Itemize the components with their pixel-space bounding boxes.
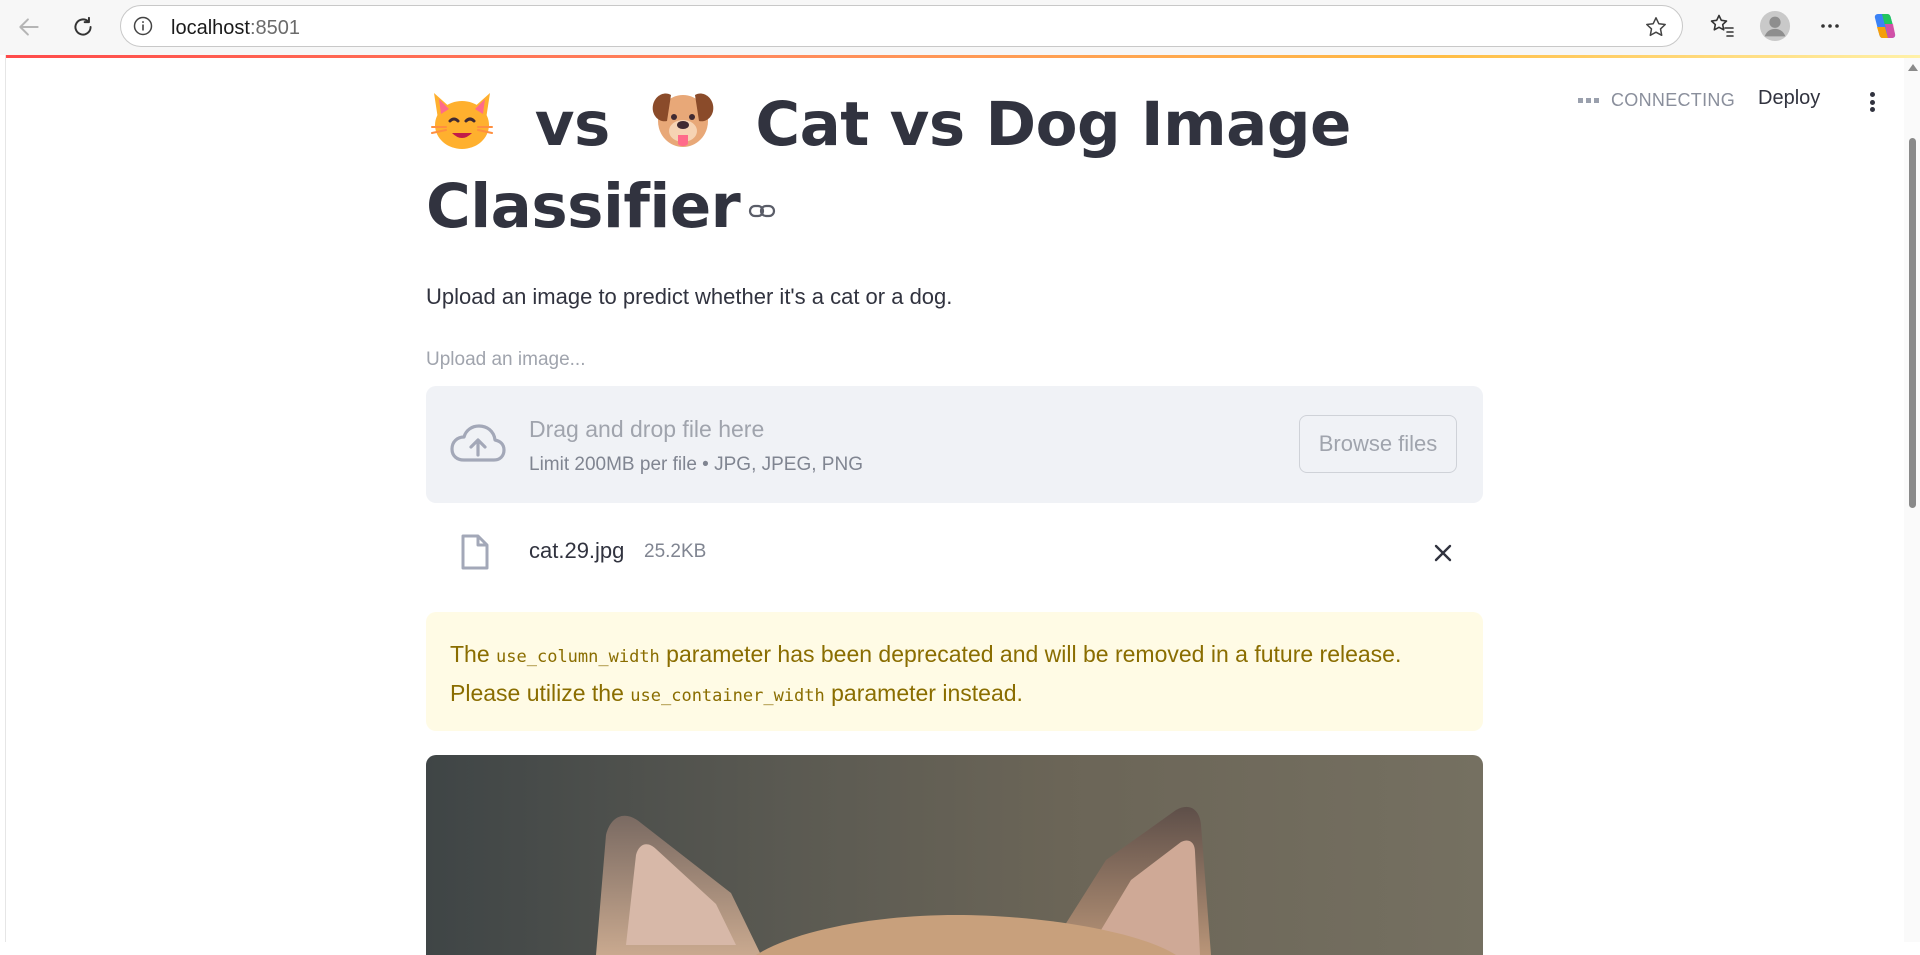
deploy-button[interactable]: Deploy xyxy=(1758,87,1820,110)
close-icon[interactable] xyxy=(1431,541,1455,565)
link-icon[interactable] xyxy=(748,201,776,221)
warning-code-2: use_container_width xyxy=(630,686,825,706)
back-arrow-icon xyxy=(19,18,39,36)
more-icon xyxy=(1821,24,1839,28)
url-text: localhost:8501 xyxy=(171,17,300,39)
title-text: Cat vs Dog Image xyxy=(755,89,1351,160)
browser-toolbar: localhost:8501 xyxy=(0,0,1920,55)
warning-text-1: The xyxy=(450,641,497,667)
file-icon xyxy=(461,534,489,570)
file-size: 25.2KB xyxy=(644,541,707,562)
favorites-icon xyxy=(1710,14,1734,37)
browse-files-button[interactable]: Browse files xyxy=(1299,415,1457,473)
uploaded-image xyxy=(426,755,1483,955)
title-vs: vs xyxy=(534,89,611,160)
page-title: vs Cat vs Dog Image Classifier xyxy=(426,83,1426,248)
file-dropzone[interactable]: Drag and drop file here Limit 200MB per … xyxy=(426,386,1483,503)
cat-photo xyxy=(596,806,1211,955)
favorites-button[interactable] xyxy=(1706,10,1738,42)
warning-code-1: use_column_width xyxy=(496,647,660,667)
reload-icon xyxy=(74,16,92,36)
profile-icon xyxy=(1759,10,1791,42)
reload-button[interactable] xyxy=(64,8,102,46)
status-text: CONNECTING xyxy=(1611,90,1735,110)
address-bar[interactable]: localhost:8501 xyxy=(120,5,1683,47)
status-dots-icon xyxy=(1578,98,1599,103)
back-button[interactable] xyxy=(10,8,48,46)
kebab-menu-icon[interactable] xyxy=(1862,88,1882,116)
profile-button[interactable] xyxy=(1759,10,1791,42)
connection-status: CONNECTING xyxy=(1578,90,1735,111)
star-icon[interactable] xyxy=(1644,15,1668,39)
info-icon[interactable] xyxy=(133,16,153,36)
uploader-label: Upload an image... xyxy=(426,349,586,370)
scroll-up-arrow-icon[interactable] xyxy=(1908,64,1918,71)
cat-emoji-icon xyxy=(431,93,493,149)
dropzone-title: Drag and drop file here xyxy=(529,416,765,442)
scroll-thumb[interactable] xyxy=(1909,138,1916,508)
title-line2: Classifier xyxy=(426,171,741,242)
header-decoration xyxy=(6,55,1920,58)
copilot-button[interactable] xyxy=(1869,10,1901,42)
warning-text-3: parameter instead. xyxy=(824,680,1023,706)
uploaded-file-row: cat.29.jpg 25.2KB xyxy=(426,527,1483,579)
cloud-upload-icon xyxy=(450,424,506,462)
app-viewport: CONNECTING Deploy vs Cat vs Dog Image Cl… xyxy=(5,55,1920,955)
dropzone-limit: Limit 200MB per file • JPG, JPEG, PNG xyxy=(529,454,863,475)
dog-emoji-icon xyxy=(652,93,713,147)
file-name: cat.29.jpg xyxy=(529,538,625,563)
subtitle: Upload an image to predict whether it's … xyxy=(426,284,953,309)
scrollbar[interactable] xyxy=(1904,58,1920,942)
more-button[interactable] xyxy=(1814,10,1846,42)
deprecation-warning: The use_column_width parameter has been … xyxy=(426,612,1483,731)
copilot-icon xyxy=(1874,14,1896,38)
